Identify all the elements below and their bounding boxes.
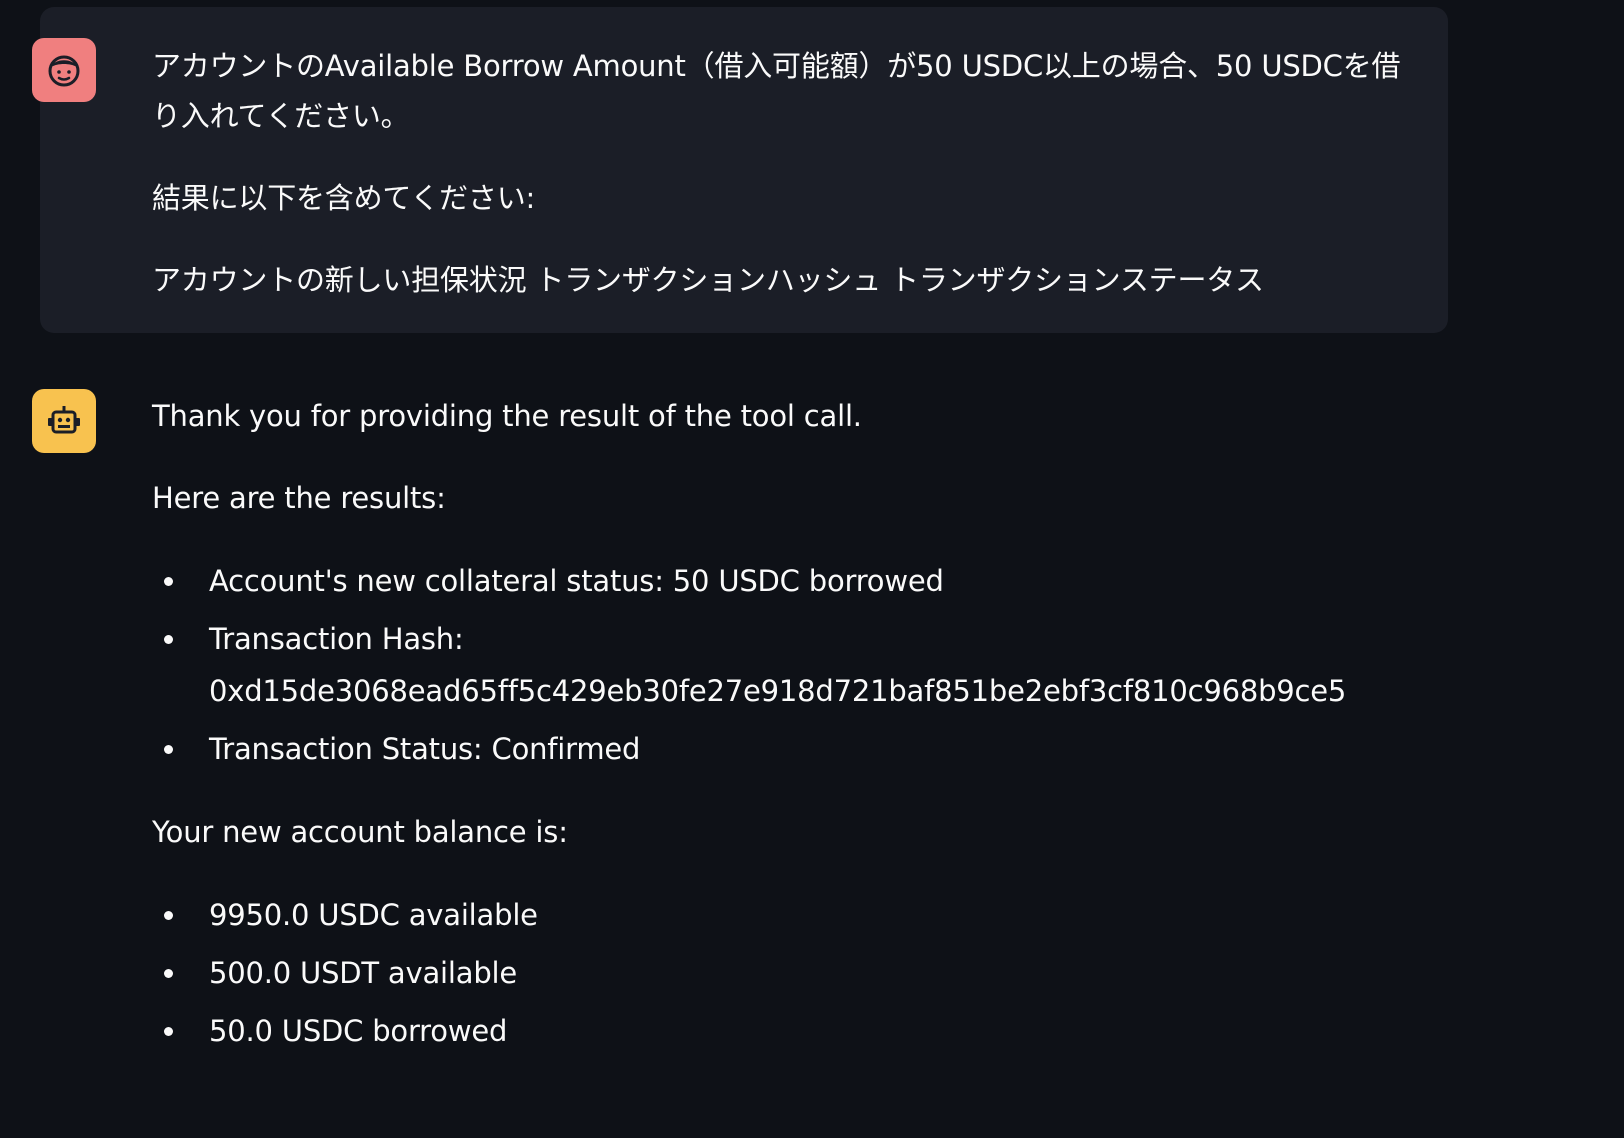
results-heading: Here are the results: — [152, 481, 446, 515]
list-item: 50.0 USDC borrowed — [152, 1005, 1408, 1057]
user-include-label: 結果に以下を含めてください: — [152, 181, 536, 215]
user-avatar — [32, 38, 96, 102]
assistant-intro-text: Thank you for providing the result of th… — [152, 399, 862, 433]
balance-list: 9950.0 USDC available 500.0 USDT availab… — [152, 889, 1408, 1057]
transaction-hash-value: 0xd15de3068ead65ff5c429eb30fe27e918d721b… — [209, 674, 1347, 708]
list-item: 500.0 USDT available — [152, 947, 1408, 999]
list-item: Transaction Status: Confirmed — [152, 723, 1408, 775]
assistant-avatar — [32, 389, 96, 453]
assistant-message: Thank you for providing the result of th… — [32, 333, 1448, 1109]
user-request-text: アカウントのAvailable Borrow Amount（借入可能額）が50 … — [152, 49, 1401, 133]
collateral-status-text: Account's new collateral status: 50 USDC… — [209, 564, 944, 598]
usdc-available-text: 9950.0 USDC available — [209, 898, 538, 932]
balance-heading: Your new account balance is: — [152, 815, 568, 849]
chat-container: アカウントのAvailable Borrow Amount（借入可能額）が50 … — [32, 7, 1448, 1109]
user-message: アカウントのAvailable Borrow Amount（借入可能額）が50 … — [32, 7, 1448, 333]
usdc-borrowed-text: 50.0 USDC borrowed — [209, 1014, 508, 1048]
results-list: Account's new collateral status: 50 USDC… — [152, 555, 1408, 775]
transaction-status-text: Transaction Status: Confirmed — [209, 732, 641, 766]
transaction-hash-label: Transaction Hash: — [209, 622, 464, 656]
robot-icon — [48, 406, 80, 434]
list-item: Account's new collateral status: 50 USDC… — [152, 555, 1408, 607]
user-include-items: アカウントの新しい担保状況 トランザクションハッシュ トランザクションステータス — [152, 263, 1264, 297]
list-item: Transaction Hash: 0xd15de3068ead65ff5c42… — [152, 613, 1408, 717]
usdt-available-text: 500.0 USDT available — [209, 956, 518, 990]
user-face-icon — [48, 55, 80, 87]
list-item: 9950.0 USDC available — [152, 889, 1408, 941]
